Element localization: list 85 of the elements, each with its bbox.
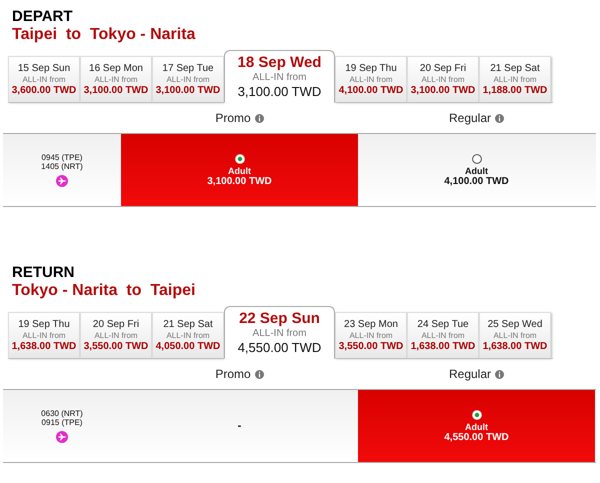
tab-price: 3,100.00 TWD [156,85,220,96]
tab-price: 4,550.00 TWD [238,340,322,355]
fare-column-header: Regular [448,111,492,125]
tab-date: 24 Sep Tue [417,319,469,330]
passenger-label: Adult [465,166,488,176]
info-icon[interactable] [254,370,264,378]
date-tab[interactable]: 25 Sep Wed ALL-IN from 1,638.00 TWD [479,312,551,358]
section-title: DEPART [12,8,73,25]
fare-price: 4,550.00 TWD [444,432,509,442]
fare-price: 4,100.00 TWD [444,176,509,186]
tab-note: ALL-IN from [493,75,537,84]
tab-note: ALL-IN from [94,75,138,84]
fare-cell[interactable]: Adult 3,100.00 TWD [121,134,358,206]
date-tab[interactable]: 17 Sep Tue ALL-IN from 3,100.00 TWD [152,56,224,102]
no-fare: - [238,420,242,432]
tab-note: ALL-IN from [252,72,306,83]
tab-date: 17 Sep Tue [162,63,214,74]
plane-icon[interactable] [56,175,68,187]
date-tab[interactable]: 24 Sep Tue ALL-IN from 1,638.00 TWD [407,312,479,358]
tab-date: 21 Sep Sat [163,319,213,330]
tab-note: ALL-IN from [252,328,306,339]
fare-price: 3,100.00 TWD [207,176,272,186]
tab-note: ALL-IN from [22,331,66,340]
tab-date: 16 Sep Mon [89,63,143,74]
tab-price: 3,100.00 TWD [410,85,476,96]
route-title: Tokyo - Narita to Taipei [12,282,196,300]
tab-note: ALL-IN from [94,331,138,340]
radio-button[interactable] [472,154,482,164]
date-tab[interactable]: 19 Sep Thu ALL-IN from 4,100.00 TWD [335,56,407,102]
fare-cell[interactable]: Adult 4,100.00 TWD [358,134,595,206]
date-tab[interactable]: 18 Sep Wed ALL-IN from 3,100.00 TWD [224,50,335,103]
departure-time: 0945 (TPE) [42,153,82,162]
tab-price: 3,550.00 TWD [84,341,148,352]
tab-date: 21 Sep Sat [490,63,540,74]
tab-price: 4,050.00 TWD [156,341,220,352]
date-tab[interactable]: 21 Sep Sat ALL-IN from 1,188.00 TWD [479,56,551,102]
date-tab[interactable]: 22 Sep Sun ALL-IN from 4,550.00 TWD [224,306,335,359]
tab-date: 19 Sep Thu [345,63,397,74]
fare-column-header: Promo [215,367,251,381]
fare-column-header: Regular [448,367,492,381]
tab-price: 1,188.00 TWD [482,85,548,96]
info-icon[interactable] [495,370,504,378]
tab-note: ALL-IN from [22,75,66,84]
date-tab[interactable]: 15 Sep Sun ALL-IN from 3,600.00 TWD [8,56,80,102]
tab-note: ALL-IN from [166,75,210,84]
arrival-time: 1405 (NRT) [41,162,83,171]
tab-note: ALL-IN from [349,331,393,340]
info-icon[interactable] [495,114,504,122]
date-tab[interactable]: 20 Sep Fri ALL-IN from 3,100.00 TWD [407,56,479,102]
tab-price: 3,100.00 TWD [84,85,148,96]
date-tab[interactable]: 16 Sep Mon ALL-IN from 3,100.00 TWD [80,56,152,102]
date-tab[interactable]: 21 Sep Sat ALL-IN from 4,050.00 TWD [152,312,224,358]
tab-note: ALL-IN from [349,75,393,84]
info-icon[interactable] [254,114,264,122]
arrival-time: 0915 (TPE) [42,418,82,427]
tab-note: ALL-IN from [421,331,465,340]
tab-price: 3,550.00 TWD [338,341,404,352]
passenger-label: Adult [228,166,251,176]
tab-date: 19 Sep Thu [18,319,70,330]
tab-price: 4,100.00 TWD [338,85,404,96]
tab-date: 20 Sep Fri [420,63,466,74]
tab-date: 20 Sep Fri [92,319,140,330]
tab-price: 3,100.00 TWD [238,84,322,99]
tab-note: ALL-IN from [421,75,465,84]
fare-cell[interactable]: Adult 4,550.00 TWD [358,390,595,462]
tab-note: ALL-IN from [166,331,210,340]
tab-price: 3,600.00 TWD [12,85,76,96]
tab-price: 1,638.00 TWD [482,341,548,352]
date-tab[interactable]: 20 Sep Fri ALL-IN from 3,550.00 TWD [80,312,152,358]
tab-note: ALL-IN from [493,331,537,340]
date-tab[interactable]: 23 Sep Mon ALL-IN from 3,550.00 TWD [335,312,407,358]
tab-date: 25 Sep Wed [488,319,542,330]
tab-date: 15 Sep Sun [18,63,70,74]
tab-price: 1,638.00 TWD [12,341,76,352]
tab-date: 18 Sep Wed [238,54,322,71]
tab-price: 1,638.00 TWD [410,341,476,352]
fare-column-header: Promo [215,111,251,125]
date-tab[interactable]: 19 Sep Thu ALL-IN from 1,638.00 TWD [8,312,80,358]
route-title: Taipei to Tokyo - Narita [12,26,196,44]
plane-icon[interactable] [56,431,68,443]
tab-date: 22 Sep Sun [239,310,320,327]
passenger-label: Adult [465,422,488,432]
tab-date: 23 Sep Mon [344,319,398,330]
section-title: RETURN [12,264,74,281]
departure-time: 0630 (NRT) [41,409,83,418]
